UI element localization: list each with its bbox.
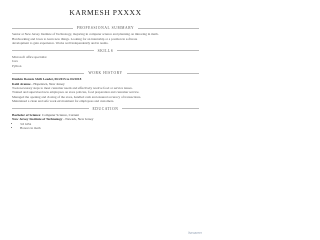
summary-title: PROFESSIONAL SUMMARY [76,26,135,30]
skills-title: SKILLS [97,48,114,53]
field-of-study: : Computer Science, Current [40,112,79,117]
resume-page: KARMESH PXXXX PROFESSIONAL SUMMARY Senio… [0,0,211,239]
divider [12,108,89,110]
school-location: - Newark, New Jersey [62,117,94,122]
contact-line [12,19,199,23]
divider [138,27,199,29]
skill-item: Python [12,63,22,68]
livecareer-logo: livecareer [188,231,202,235]
job-duty: Maintained a clean and safe work environ… [12,99,115,104]
education-bullet: Honors in math [20,126,199,130]
candidate-name: KARMESH PXXXX [69,8,142,17]
degree: Bachelor of Science [12,112,41,117]
education-header: EDUCATION [12,107,199,111]
divider [12,72,85,74]
summary-line: development to gain experience. Works we… [12,41,109,45]
divider [126,72,200,74]
work-title: WORK HISTORY [88,71,123,76]
divider [12,27,73,29]
skills-list: Microsoft office specialist Java Python [12,55,199,69]
skills-header: SKILLS [12,49,199,53]
job-entry: Dunkin Donuts Shift Leader, 06/2015 to 0… [12,77,199,104]
summary-body: Senior at New Jersey Institute of Techno… [12,32,199,46]
school: New Jersey Institute of Technology [12,117,63,122]
work-header: WORK HISTORY [12,71,200,76]
education-title: EDUCATION [92,106,119,111]
divider [117,50,199,51]
divider [122,108,199,110]
summary-header: PROFESSIONAL SUMMARY [12,26,199,30]
divider [12,50,94,51]
education-entry: Bachelor of Science: Computer Science, C… [12,113,199,131]
education-bullets: 3.6 GPA Honors in math [12,122,199,131]
